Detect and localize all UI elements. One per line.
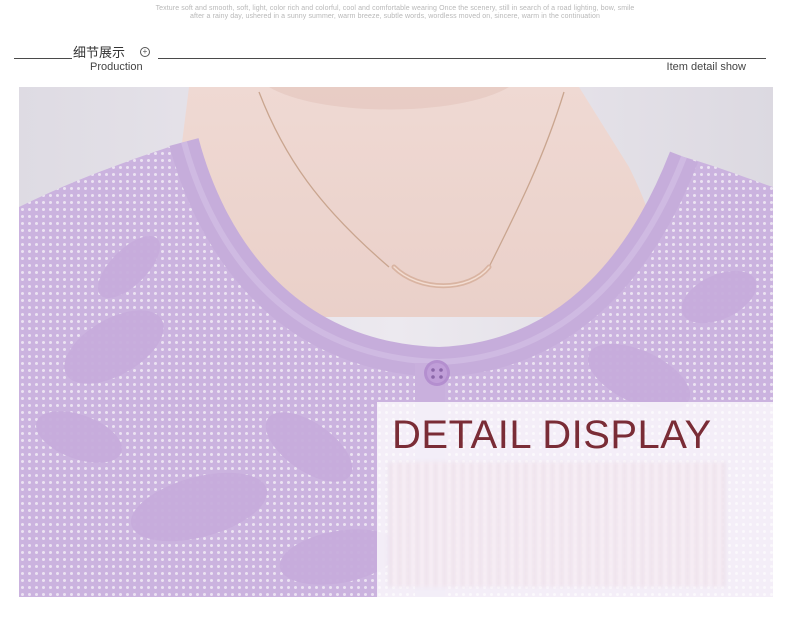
plus-circle-icon: + (140, 47, 150, 57)
tagline-line-2: after a rainy day, ushered in a sunny su… (189, 13, 600, 20)
button-icon (424, 360, 450, 386)
section-title-en: Production (90, 61, 143, 73)
header-divider-right (158, 58, 766, 59)
item-detail-label: Item detail show (666, 61, 746, 73)
detail-display-title: DETAIL DISPLAY (392, 413, 712, 457)
detail-display-panel: DETAIL DISPLAY (377, 402, 773, 597)
blurred-watermark (389, 462, 725, 587)
section-title-cn: 细节展示 (73, 46, 126, 61)
header-divider-left (14, 58, 72, 59)
